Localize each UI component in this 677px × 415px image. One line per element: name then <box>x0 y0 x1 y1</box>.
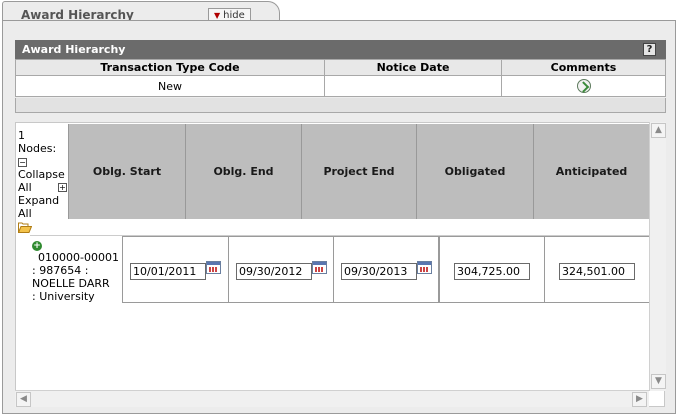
project-end-input[interactable] <box>341 263 417 280</box>
col-obligated: Obligated <box>416 124 533 219</box>
notice-date-value <box>324 75 502 97</box>
col-oblg-start: Oblg. Start <box>68 124 185 219</box>
collapse-icon[interactable]: − <box>18 157 27 167</box>
triangle-down-icon: ▼ <box>214 11 221 20</box>
col-transaction-type-code: Transaction Type Code <box>15 59 325 76</box>
obligated-input[interactable] <box>454 263 530 280</box>
scroll-right-icon[interactable]: ▶ <box>632 392 647 407</box>
expand-all-link[interactable]: Expand All <box>18 194 70 220</box>
obligated-cell <box>439 236 545 303</box>
table-header-row: Transaction Type Code Notice Date Commen… <box>15 59 666 76</box>
vertical-scrollbar[interactable]: ▲ ▼ <box>649 122 666 391</box>
comments-cell <box>501 75 666 97</box>
anticipated-cell <box>544 236 650 303</box>
folder-open-icon[interactable] <box>18 222 32 233</box>
tab-strip: Award Hierarchy ▼ hide <box>0 0 677 24</box>
tree-node-row: + 010000-00001 : 987654 : NOELLE DARR : … <box>30 235 650 303</box>
project-end-cell <box>333 236 439 303</box>
help-icon[interactable]: ? <box>643 43 656 56</box>
col-comments: Comments <box>501 59 666 76</box>
col-anticipated: Anticipated <box>533 124 649 219</box>
award-hierarchy-title: Award Hierarchy <box>22 43 126 56</box>
tree-controls: 1 Nodes: − Collapse All + Expand All <box>18 129 70 220</box>
col-notice-date: Notice Date <box>324 59 502 76</box>
node-label-line3: NOELLE DARR <box>32 277 110 290</box>
col-oblg-end: Oblg. End <box>185 124 301 219</box>
oblg-end-cell <box>228 236 334 303</box>
hierarchy-tree: 1 Nodes: − Collapse All + Expand All Obl… <box>15 122 665 407</box>
oblg-start-input[interactable] <box>130 263 206 280</box>
scroll-down-icon[interactable]: ▼ <box>651 374 666 389</box>
node-label-line4: : University <box>32 290 95 303</box>
table-row: New <box>15 75 666 97</box>
nodes-count: 1 <box>18 129 25 142</box>
node-label-line2: : 987654 : <box>32 264 89 277</box>
award-hierarchy-footer <box>15 98 666 113</box>
view-comments-icon[interactable] <box>576 79 591 93</box>
col-project-end: Project End <box>301 124 416 219</box>
expand-icon[interactable]: + <box>58 182 67 192</box>
award-hierarchy-table: Transaction Type Code Notice Date Commen… <box>15 59 666 97</box>
calendar-icon[interactable] <box>417 261 432 274</box>
transaction-type-code-value: New <box>15 75 325 97</box>
expand-node-icon[interactable]: + <box>32 241 42 251</box>
horizontal-scrollbar[interactable]: ◀ ▶ <box>15 390 649 407</box>
node-label: + 010000-00001 : 987654 : NOELLE DARR : … <box>32 238 120 303</box>
node-label-line1[interactable]: 010000-00001 <box>32 251 120 264</box>
scroll-up-icon[interactable]: ▲ <box>651 123 666 138</box>
nodes-label: Nodes: <box>18 142 57 155</box>
oblg-start-cell <box>122 236 229 303</box>
award-hierarchy-header: Award Hierarchy ? <box>15 40 666 59</box>
anticipated-input[interactable] <box>559 263 635 280</box>
oblg-end-input[interactable] <box>236 263 312 280</box>
scroll-left-icon[interactable]: ◀ <box>16 392 31 407</box>
calendar-icon[interactable] <box>206 261 221 274</box>
calendar-icon[interactable] <box>312 261 327 274</box>
